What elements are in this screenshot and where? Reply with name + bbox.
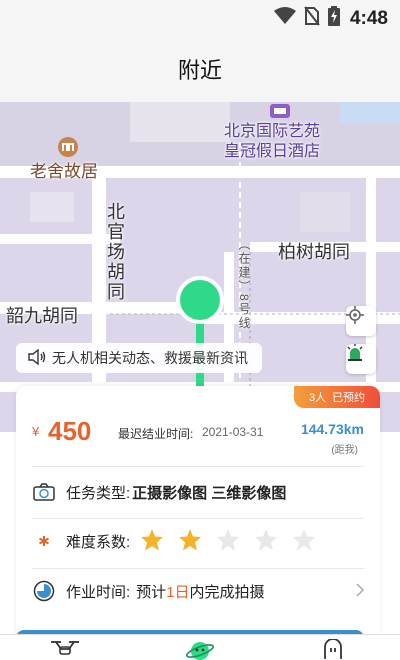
star-empty-icon [216, 528, 240, 555]
asterisk-icon [32, 529, 56, 553]
map-label-beiguan: 北官场胡同 [105, 202, 125, 302]
work-time-highlight: 1日 [166, 583, 190, 601]
page-header: 附近 [0, 36, 400, 102]
divider [32, 518, 364, 519]
difficulty-row: 难度系数: [32, 521, 364, 561]
work-time-prefix: 预计 [136, 583, 167, 601]
battery-charging-icon [327, 6, 340, 31]
star-empty-icon [292, 528, 316, 555]
star-filled-icon [178, 528, 202, 555]
bottom-tab-bar [0, 634, 400, 660]
currency-symbol: ¥ [32, 424, 40, 439]
star-empty-icon [254, 528, 278, 555]
map-label-street: （在建）8号线 [237, 238, 251, 331]
news-notice[interactable]: 无人机相关动态、救援最新资讯 [16, 343, 262, 373]
map-roads [0, 102, 400, 432]
task-card[interactable]: 3人 已预约 ¥ 450 最迟结业时间: 2021-03-31 144.73km… [16, 386, 380, 660]
drone-icon [49, 639, 81, 660]
star-filled-icon [140, 528, 164, 555]
reservation-status: 已预约 [332, 392, 366, 404]
map-label-baishu: 柏树胡同 [278, 242, 350, 262]
deadline-value: 2021-03-31 [202, 425, 264, 439]
status-bar: 4:48 [0, 0, 400, 36]
wifi-icon [273, 7, 296, 30]
camera-icon [32, 480, 56, 504]
difficulty-stars [140, 528, 316, 555]
tab-profile[interactable] [316, 638, 350, 660]
price-row: ¥ 450 最迟结业时间: 2021-03-31 144.73km (距我) [32, 416, 364, 456]
map-view[interactable]: 老舍故居 北京国际艺苑 皇冠假日酒店 北官场胡同 柏树胡同 韶九胡同 （在建）8… [0, 102, 400, 432]
distance-caption: (距我) [331, 445, 358, 456]
map-label-shaojiu: 韶九胡同 [6, 306, 78, 326]
difficulty-label: 难度系数: [66, 533, 131, 551]
work-time-label: 作业时间: [66, 583, 131, 601]
locate-button[interactable] [346, 306, 376, 336]
task-type-row: 任务类型: 正摄影像图 三维影像图 [32, 472, 364, 512]
page-title: 附近 [177, 58, 222, 83]
task-type-label: 任务类型: [66, 484, 131, 502]
reservation-badge: 3人 已预约 [294, 386, 380, 408]
task-distance: 144.73km [300, 421, 364, 437]
chevron-right-icon [356, 583, 365, 601]
reservation-count: 3人 [308, 392, 327, 404]
tab-drone[interactable] [48, 639, 82, 660]
speaker-icon [28, 348, 46, 368]
tab-nearby[interactable] [183, 639, 217, 660]
work-time-suffix: 内完成拍摄 [189, 583, 265, 601]
no-sim-icon [304, 6, 320, 31]
divider [32, 466, 364, 467]
profile-icon [322, 638, 344, 660]
divider [32, 568, 364, 569]
status-time: 4:48 [349, 7, 388, 29]
map-label-hotel-line1: 北京国际艺苑 [224, 123, 321, 140]
notice-text: 无人机相关动态、救援最新资讯 [52, 350, 248, 366]
task-price: 450 [48, 416, 92, 446]
deadline-label: 最迟结业时间: [118, 427, 194, 441]
work-time-row[interactable]: 作业时间: 预计 1日 内完成拍摄 [32, 571, 365, 611]
map-label-hotel-line2: 皇冠假日酒店 [224, 143, 321, 160]
clock-icon [32, 579, 56, 603]
task-type-value: 正摄影像图 三维影像图 [132, 484, 287, 502]
alarm-button[interactable] [346, 344, 376, 374]
planet-icon [185, 639, 215, 660]
map-label-laoshe: 老舍故居 [30, 162, 98, 181]
